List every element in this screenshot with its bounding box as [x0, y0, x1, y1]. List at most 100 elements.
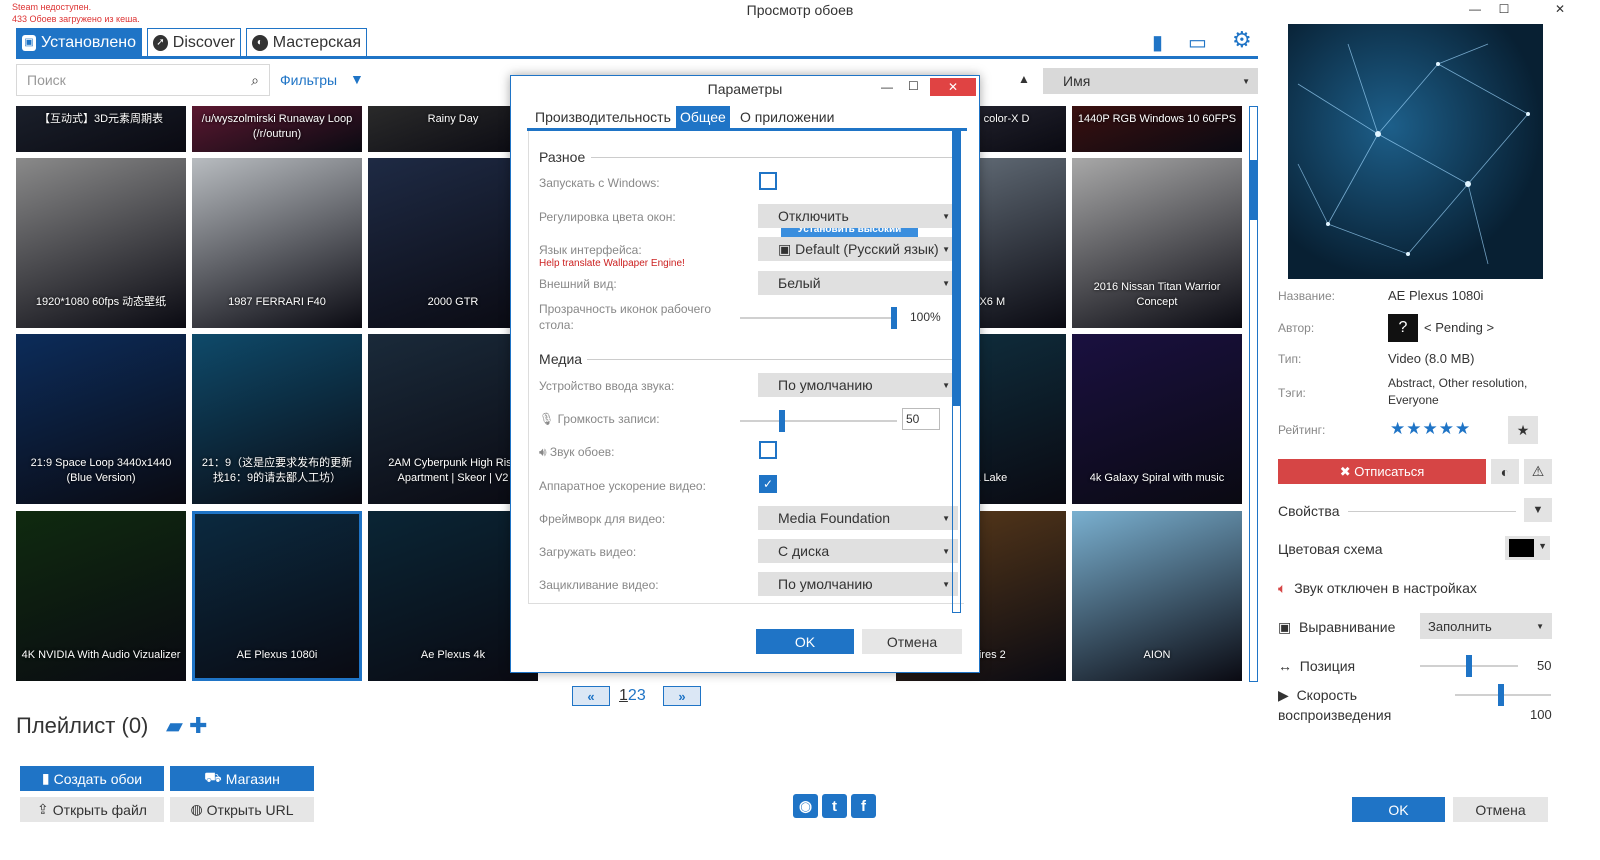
steam-icon[interactable]: ◉ — [793, 794, 818, 818]
record-volume-input[interactable]: 50 — [902, 408, 940, 430]
file-icon[interactable]: ▮ — [1152, 30, 1163, 55]
page-3[interactable]: 3 — [637, 687, 646, 704]
dialog-scroll-thumb[interactable] — [953, 132, 960, 406]
wallpaper-tile[interactable]: /u/wyszolmirski Runaway Loop (/r/outrun) — [192, 106, 362, 152]
wallpaper-sound-checkbox[interactable] — [759, 441, 777, 459]
open-url-button[interactable]: ◍ Открыть URL — [170, 797, 314, 822]
tab-installed[interactable]: ▣ Установлено — [16, 28, 142, 57]
warning-icon[interactable]: ⚠ — [1524, 459, 1552, 484]
tags-value-1: Abstract, Other resolution, — [1388, 376, 1528, 390]
misc-section-title: Разное — [539, 149, 586, 165]
playlist-actions: ▰ ✚ — [166, 713, 207, 739]
tab-about[interactable]: О приложении — [736, 106, 838, 128]
minimize-icon[interactable]: — — [881, 80, 893, 94]
wallpaper-tile[interactable]: 4k Galaxy Spiral with music — [1072, 334, 1242, 504]
record-volume-thumb[interactable] — [779, 410, 785, 432]
wallpaper-tile[interactable]: AION — [1072, 511, 1242, 681]
dialog-cancel-button[interactable]: Отмена — [862, 629, 962, 654]
icon-opacity-slider[interactable] — [740, 317, 895, 319]
chevron-down-icon[interactable]: ▼ — [1524, 498, 1552, 522]
search-input[interactable]: Поиск ⌕ — [16, 64, 270, 96]
chevron-down-icon: ▼ — [1536, 621, 1544, 631]
wallpaper-tile[interactable]: AE Plexus 1080i — [192, 511, 362, 681]
loop-video-label: Зацикливание видео: — [539, 578, 659, 592]
translate-link[interactable]: Help translate Wallpaper Engine! — [539, 258, 685, 269]
name-value: AE Plexus 1080i — [1388, 288, 1484, 303]
wallpaper-tile-label: 21：9（这是应要求发布的更新 找16：9的请去鄙人工坊） — [201, 457, 353, 484]
color-scheme-picker[interactable]: ▼ — [1505, 536, 1550, 560]
audio-input-dropdown[interactable]: По умолчанию ▼ — [758, 373, 958, 397]
tab-discover[interactable]: ➚ Discover — [147, 28, 241, 57]
startup-checkbox[interactable] — [759, 172, 777, 190]
wallpaper-tile[interactable]: 1987 FERRARI F40 — [192, 158, 362, 328]
window-color-dropdown[interactable]: Отключить ▼ — [758, 204, 958, 228]
monitor-icon[interactable]: ▭ — [1188, 30, 1207, 55]
alignment-row: ▣ Выравнивание — [1278, 619, 1396, 635]
wallpaper-tile[interactable]: 1440P RGB Windows 10 60FPS — [1072, 106, 1242, 152]
position-row: ↔ Позиция — [1278, 658, 1356, 674]
gear-icon[interactable]: ⚙ — [1232, 27, 1252, 53]
author-avatar[interactable]: ? — [1388, 314, 1418, 342]
position-slider-thumb[interactable] — [1466, 655, 1472, 677]
wallpaper-tile-label: 1987 FERRARI F40 — [228, 296, 326, 308]
wallpaper-tile[interactable]: 21:9 Space Loop 3440x1440 (Blue Version) — [16, 334, 186, 504]
star-icon[interactable]: ★ — [1508, 416, 1538, 444]
wallpaper-tile[interactable]: 21：9（这是应要求发布的更新 找16：9的请去鄙人工坊） — [192, 334, 362, 504]
dialog-ok-button[interactable]: OK — [756, 629, 854, 654]
author-value[interactable]: < Pending > — [1424, 320, 1494, 335]
prev-page-button[interactable]: « — [572, 686, 610, 706]
facebook-icon[interactable]: f — [851, 794, 876, 818]
wallpaper-tile-label: AE Plexus 1080i — [236, 649, 318, 661]
create-wallpaper-button[interactable]: ▮ Создать обои — [20, 766, 164, 791]
record-volume-slider[interactable] — [740, 420, 897, 422]
color-swatch — [1509, 539, 1534, 557]
file-icon: ▮ — [41, 770, 50, 786]
startup-label: Запускать с Windows: — [539, 176, 660, 190]
grid-scroll-thumb[interactable] — [1250, 160, 1257, 220]
video-framework-dropdown[interactable]: Media Foundation ▼ — [758, 506, 958, 530]
wallpaper-tile[interactable]: 2016 Nissan Titan Warrior Concept — [1072, 158, 1242, 328]
language-dropdown[interactable]: ▣ Default (Русский язык) ▼ — [758, 237, 958, 261]
folder-open-icon[interactable]: ▰ — [166, 713, 183, 738]
alignment-dropdown[interactable]: Заполнить ▼ — [1420, 613, 1552, 639]
maximize-icon[interactable]: ☐ — [908, 79, 919, 93]
unsubscribe-button[interactable]: ✖ Отписаться — [1278, 459, 1486, 484]
arrows-horizontal-icon: ↔ — [1278, 658, 1292, 674]
icon-opacity-thumb[interactable] — [891, 307, 897, 329]
microphone-icon: 🎙︎ — [539, 412, 555, 426]
cancel-button[interactable]: Отмена — [1453, 797, 1548, 822]
wallpaper-tile[interactable]: 4K NVIDIA With Audio Vizualizer — [16, 511, 186, 681]
steam-icon[interactable]: ◐ — [1491, 459, 1519, 484]
loop-video-dropdown[interactable]: По умолчанию ▼ — [758, 572, 958, 596]
filter-icon[interactable]: ▼ — [350, 71, 364, 87]
dialog-close-button[interactable]: ✕ — [930, 78, 976, 96]
speed-row: ▶ Скорость — [1278, 687, 1358, 703]
sort-dropdown[interactable]: Имя ▼ — [1043, 68, 1258, 94]
shop-button[interactable]: ⛟ Магазин — [170, 766, 314, 791]
icon-opacity-value: 100% — [910, 310, 941, 324]
page-2[interactable]: 2 — [628, 687, 637, 704]
sort-direction-icon[interactable]: ▲ — [1018, 72, 1030, 86]
compass-icon: ➚ — [153, 34, 168, 51]
filters-link[interactable]: Фильтры — [280, 72, 337, 88]
chevron-down-icon: ▼ — [942, 380, 950, 390]
appearance-dropdown[interactable]: Белый ▼ — [758, 271, 958, 295]
wallpaper-tile[interactable]: 1920*1080 60fps 动态壁纸 — [16, 158, 186, 328]
speed-slider-thumb[interactable] — [1498, 684, 1504, 706]
tab-performance[interactable]: Производительность — [531, 106, 675, 128]
open-file-button[interactable]: ⇪ Открыть файл — [20, 797, 164, 822]
ok-button[interactable]: OK — [1352, 797, 1445, 822]
twitter-icon[interactable]: t — [822, 794, 847, 818]
next-page-button[interactable]: » — [663, 686, 701, 706]
tab-general[interactable]: Общее — [676, 106, 730, 128]
wallpaper-tile-label: 【互动式】3D元素周期表 — [38, 113, 164, 125]
speaker-icon: 🔈︎ — [1278, 580, 1287, 596]
page-1[interactable]: 1 — [619, 687, 628, 704]
tab-workshop[interactable]: ◐ Мастерская — [246, 28, 367, 57]
wallpaper-tile[interactable]: 【互动式】3D元素周期表 — [16, 106, 186, 152]
icon-opacity-label-2: стола: — [539, 318, 574, 332]
load-video-dropdown[interactable]: С диска ▼ — [758, 539, 958, 563]
close-button[interactable]: ✕ — [1520, 0, 1600, 18]
plus-icon[interactable]: ✚ — [189, 713, 207, 738]
hw-accel-checkbox[interactable]: ✓ — [759, 475, 777, 493]
